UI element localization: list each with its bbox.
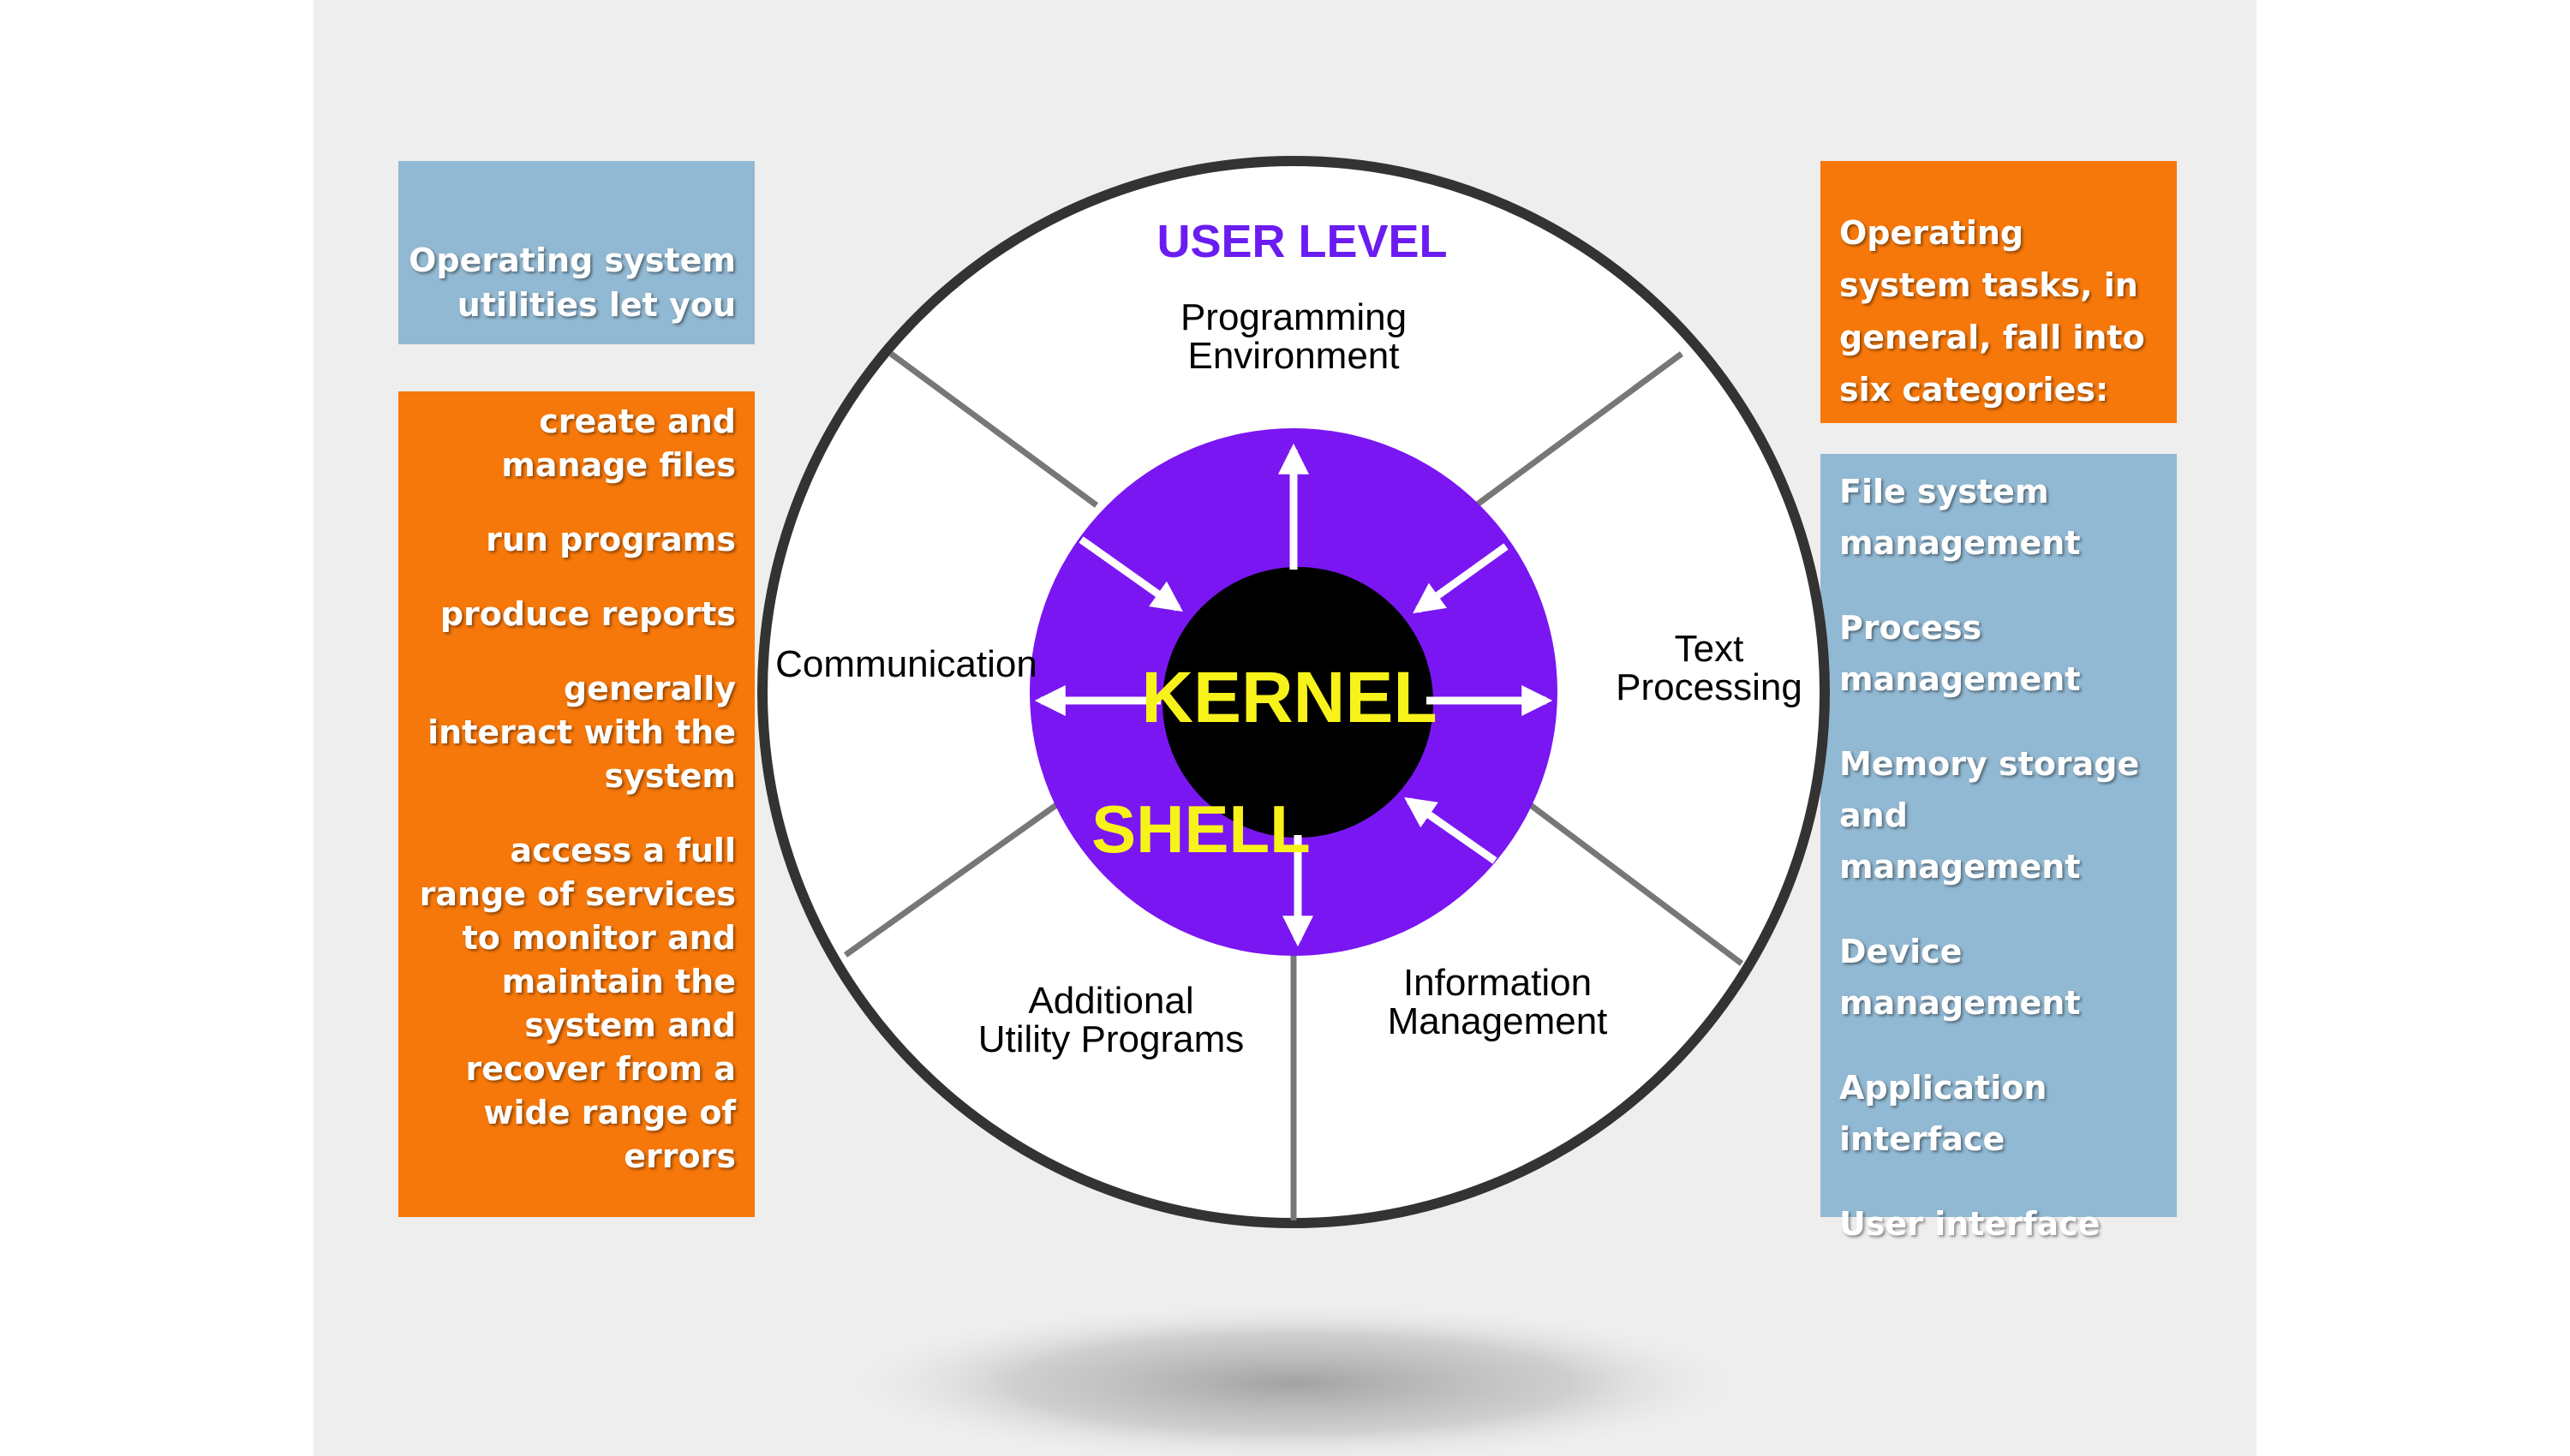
utility-label-2: Utility Programs [978, 1018, 1245, 1060]
utility-label-1: Additional [1028, 980, 1193, 1022]
programming-label-2: Environment [1187, 335, 1399, 377]
programming-label-1: Programming [1180, 296, 1407, 338]
information-label-1: Information [1403, 962, 1592, 1004]
kernel-label: KERNEL [1141, 657, 1437, 737]
communication-label: Communication [775, 643, 1037, 685]
os-diagram: USER LEVEL Programming Environment Text … [757, 156, 1830, 1456]
shell-label: SHELL [1091, 791, 1311, 867]
user-level-label: USER LEVEL [1156, 216, 1447, 267]
text-processing-label-1: Text [1675, 628, 1744, 670]
drop-shadow [831, 1302, 1756, 1456]
information-label-2: Management [1388, 1000, 1608, 1042]
text-processing-label-2: Processing [1616, 666, 1802, 708]
